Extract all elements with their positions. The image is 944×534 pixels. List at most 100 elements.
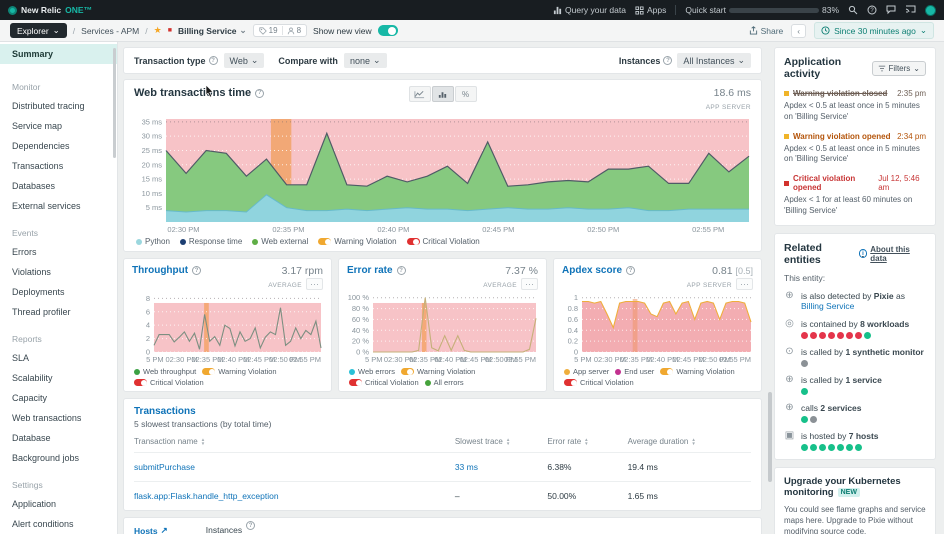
- sidebar-item-deployments[interactable]: Deployments: [0, 282, 117, 302]
- info-icon[interactable]: ?: [192, 266, 201, 275]
- brand[interactable]: New Relic ONE™: [8, 5, 92, 15]
- histogram-toggle[interactable]: [432, 86, 454, 102]
- line-chart-toggle[interactable]: [409, 86, 431, 102]
- breadcrumb-services-apm[interactable]: Services - APM: [81, 26, 139, 36]
- slowest-trace-link[interactable]: 33 ms: [455, 462, 548, 472]
- monitor-status-dots[interactable]: [801, 360, 924, 367]
- legend-item[interactable]: All errors: [425, 378, 464, 387]
- activity-item[interactable]: Warning violation opened 2:34 pm Apdex <…: [784, 132, 926, 166]
- apdex-title[interactable]: Apdex score: [562, 265, 622, 276]
- legend-item[interactable]: Critical Violation: [407, 237, 480, 246]
- explorer-dropdown[interactable]: Explorer⌄: [10, 23, 67, 38]
- legend-item[interactable]: Warning Violation: [202, 367, 276, 376]
- legend-item[interactable]: Response time: [180, 237, 242, 246]
- col-average-duration[interactable]: Average duration▲▼: [628, 437, 751, 446]
- legend-item[interactable]: End user: [615, 367, 654, 376]
- billing-service-link[interactable]: Billing Service: [801, 301, 854, 311]
- throughput-menu[interactable]: ···: [306, 278, 323, 290]
- sidebar-item-violations[interactable]: Violations: [0, 262, 117, 282]
- sidebar-item-databases[interactable]: Databases: [0, 176, 117, 196]
- sidebar-item-transactions[interactable]: Transactions: [0, 156, 117, 176]
- apps-button[interactable]: Apps: [635, 5, 666, 15]
- activity-item[interactable]: Warning violation closed 2:35 pm Apdex <…: [784, 89, 926, 123]
- time-range-picker[interactable]: Since 30 minutes ago ⌄: [814, 22, 934, 39]
- time-back-button[interactable]: ‹: [791, 24, 806, 38]
- sidebar-item-dependencies[interactable]: Dependencies: [0, 136, 117, 156]
- sidebar-item-alert-conditions[interactable]: Alert conditions: [0, 514, 117, 534]
- legend-item[interactable]: Warning Violation: [660, 367, 734, 376]
- share-button[interactable]: Share: [749, 26, 784, 36]
- info-icon[interactable]: ?: [209, 56, 218, 65]
- workload-status-dots[interactable]: [801, 332, 909, 339]
- calls-status-dots[interactable]: [801, 416, 862, 423]
- legend-item[interactable]: Python: [136, 237, 170, 246]
- web-transactions-legend[interactable]: Python Response time Web external Warning V…: [134, 237, 751, 246]
- filters-button[interactable]: Filters⌄: [872, 61, 926, 76]
- info-icon[interactable]: ?: [663, 56, 672, 65]
- user-avatar[interactable]: [925, 5, 936, 16]
- throughput-title[interactable]: Throughput: [132, 265, 188, 276]
- users-count[interactable]: 8: [287, 26, 301, 35]
- main-scrollbar[interactable]: [768, 392, 772, 482]
- favorite-star-icon[interactable]: ★: [154, 25, 162, 36]
- apdex-menu[interactable]: ···: [736, 278, 753, 290]
- sidebar-item-sla[interactable]: SLA: [0, 348, 117, 368]
- legend-item[interactable]: Web external: [252, 237, 308, 246]
- sidebar-item-database[interactable]: Database: [0, 428, 117, 448]
- feedback-icon[interactable]: [886, 5, 896, 15]
- percentile-toggle[interactable]: %: [455, 86, 477, 102]
- info-icon[interactable]: ?: [246, 521, 255, 530]
- transactions-title[interactable]: Transactions: [134, 406, 751, 417]
- service-selector[interactable]: Billing Service⌄: [178, 25, 247, 36]
- sidebar-scrollbar[interactable]: [113, 48, 116, 158]
- transactions-table: Transaction name▲▼ Slowest trace▲▼ Error…: [134, 437, 751, 510]
- legend-item[interactable]: Web errors: [349, 367, 395, 376]
- transaction-link[interactable]: submitPurchase: [134, 462, 455, 472]
- tags-count[interactable]: 19: [259, 26, 278, 35]
- sidebar-item-thread-profiler[interactable]: Thread profiler: [0, 302, 117, 322]
- query-your-data-button[interactable]: Query your data: [553, 5, 626, 15]
- sidebar-item-errors[interactable]: Errors: [0, 242, 117, 262]
- help-icon[interactable]: ?: [867, 5, 877, 15]
- sidebar-item-application[interactable]: Application: [0, 494, 117, 514]
- sidebar-item-web-transactions[interactable]: Web transactions: [0, 408, 117, 428]
- error-rate-menu[interactable]: ···: [521, 278, 538, 290]
- sidebar-item-background-jobs[interactable]: Background jobs: [0, 448, 117, 468]
- sidebar-item-service-map[interactable]: Service map: [0, 116, 117, 136]
- info-icon[interactable]: ?: [255, 89, 264, 98]
- service-status-dots[interactable]: [801, 388, 882, 395]
- transaction-link[interactable]: flask.app:Flask.handle_http_exception: [134, 491, 455, 501]
- hosts-link[interactable]: Hosts↗: [134, 525, 168, 534]
- show-new-view-toggle[interactable]: [378, 25, 398, 36]
- info-icon[interactable]: ?: [397, 266, 406, 275]
- sidebar-item-capacity[interactable]: Capacity: [0, 388, 117, 408]
- error-rate-legend[interactable]: Web errors Warning Violation Critical Viol…: [347, 367, 538, 387]
- instances-select[interactable]: All Instances⌄: [677, 53, 751, 68]
- legend-item[interactable]: Web throughput: [134, 367, 196, 376]
- sidebar-item-scalability[interactable]: Scalability: [0, 368, 117, 388]
- legend-item[interactable]: Warning Violation: [318, 237, 396, 246]
- search-icon[interactable]: [848, 5, 858, 15]
- legend-item[interactable]: Warning Violation: [401, 367, 475, 376]
- transaction-type-select[interactable]: Web⌄: [224, 53, 265, 68]
- activity-item[interactable]: Critical violation opened Jul 12, 5:46 a…: [784, 174, 926, 217]
- info-icon[interactable]: ?: [626, 266, 635, 275]
- col-error-rate[interactable]: Error rate▲▼: [547, 437, 627, 446]
- error-rate-title[interactable]: Error rate: [347, 265, 393, 276]
- sidebar-item-summary[interactable]: Summary: [0, 44, 117, 64]
- screen-share-icon[interactable]: [905, 5, 916, 15]
- legend-item[interactable]: App server: [564, 367, 609, 376]
- legend-item[interactable]: Critical Violation: [564, 378, 634, 387]
- hosts-status-dots[interactable]: [801, 444, 879, 451]
- sidebar-item-external-services[interactable]: External services: [0, 196, 117, 216]
- throughput-legend[interactable]: Web throughput Warning Violation Critical …: [132, 367, 323, 387]
- about-this-data-link[interactable]: iAbout this data: [859, 245, 926, 263]
- quick-start[interactable]: Quick start 83%: [685, 5, 839, 15]
- legend-item[interactable]: Critical Violation: [349, 378, 419, 387]
- col-slowest-trace[interactable]: Slowest trace▲▼: [455, 437, 548, 446]
- col-transaction-name[interactable]: Transaction name▲▼: [134, 437, 455, 446]
- apdex-legend[interactable]: App server End user Warning Violation Criti…: [562, 367, 753, 387]
- legend-item[interactable]: Critical Violation: [134, 378, 204, 387]
- compare-with-select[interactable]: none⌄: [344, 53, 387, 68]
- sidebar-item-distributed-tracing[interactable]: Distributed tracing: [0, 96, 117, 116]
